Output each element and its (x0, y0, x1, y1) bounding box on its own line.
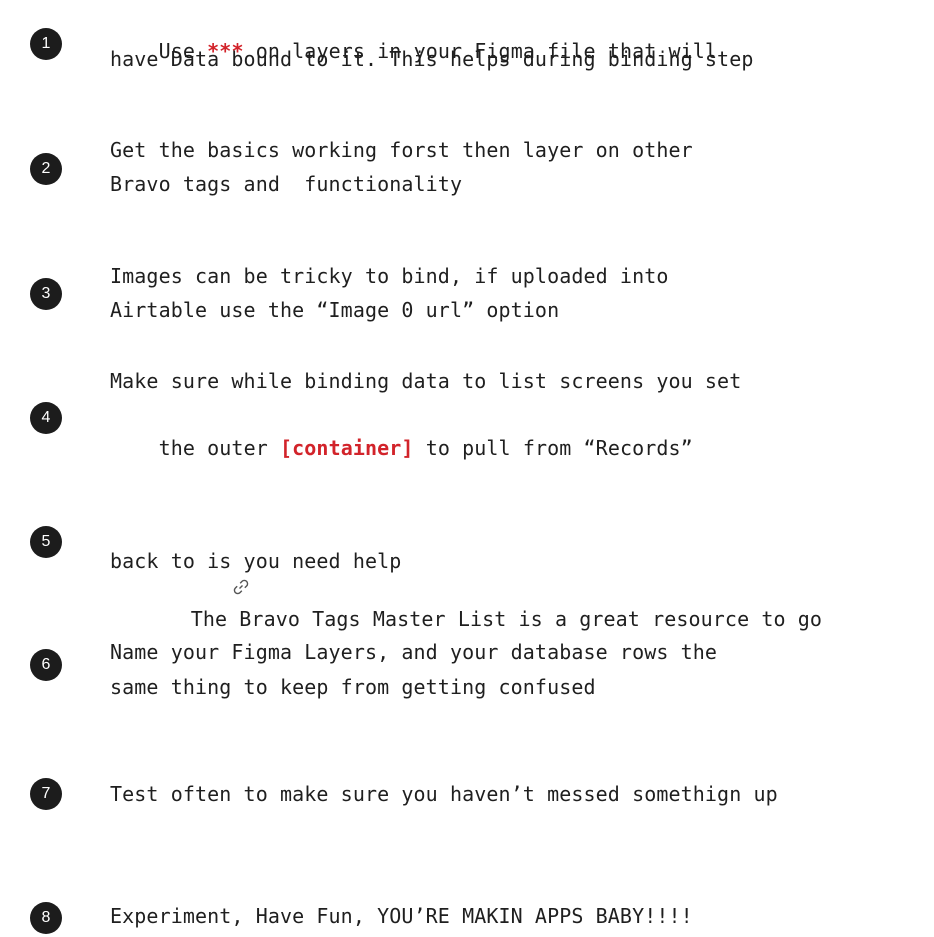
tip-text-line-1: Test often to make sure you haven’t mess… (110, 782, 778, 806)
step-number-badge: 4 (30, 402, 62, 434)
tip-text-line-1: Name your Figma Layers, and your databas… (110, 640, 718, 664)
resource-link-text[interactable]: The Bravo Tags Master List is a great re… (179, 607, 822, 631)
step-number-badge: 5 (30, 526, 62, 558)
step-number-badge: 8 (30, 902, 62, 934)
tip-text-line-1: Images can be tricky to bind, if uploade… (110, 264, 669, 288)
tip-text-line-1: Get the basics working forst then layer … (110, 138, 693, 162)
step-number-badge: 2 (30, 153, 62, 185)
container-highlight: [container] (280, 436, 414, 460)
tip-text-line-2: same thing to keep from getting confused (110, 675, 596, 699)
tip-text-segment: the outer (158, 436, 280, 460)
step-number-badge: 7 (30, 778, 62, 810)
tip-text-line-1: Make sure while binding data to list scr… (110, 369, 742, 393)
step-number-badge: 3 (30, 278, 62, 310)
tip-text-line-2: Airtable use the “Image 0 url” option (110, 298, 560, 322)
tip-text: the outer [container] to pull from “Reco… (110, 400, 693, 496)
step-number-badge: 6 (30, 649, 62, 681)
step-number-badge: 1 (30, 28, 62, 60)
tip-text-line-2: Bravo tags and functionality (110, 172, 463, 196)
tip-text-segment: to pull from “Records” (413, 436, 693, 460)
tip-text-line-1: Experiment, Have Fun, YOU’RE MAKIN APPS … (110, 904, 693, 928)
tip-text-line-2: back to is you need help (110, 549, 402, 573)
tip-text-line-2: have Data bound to it. This helps during… (110, 47, 754, 71)
